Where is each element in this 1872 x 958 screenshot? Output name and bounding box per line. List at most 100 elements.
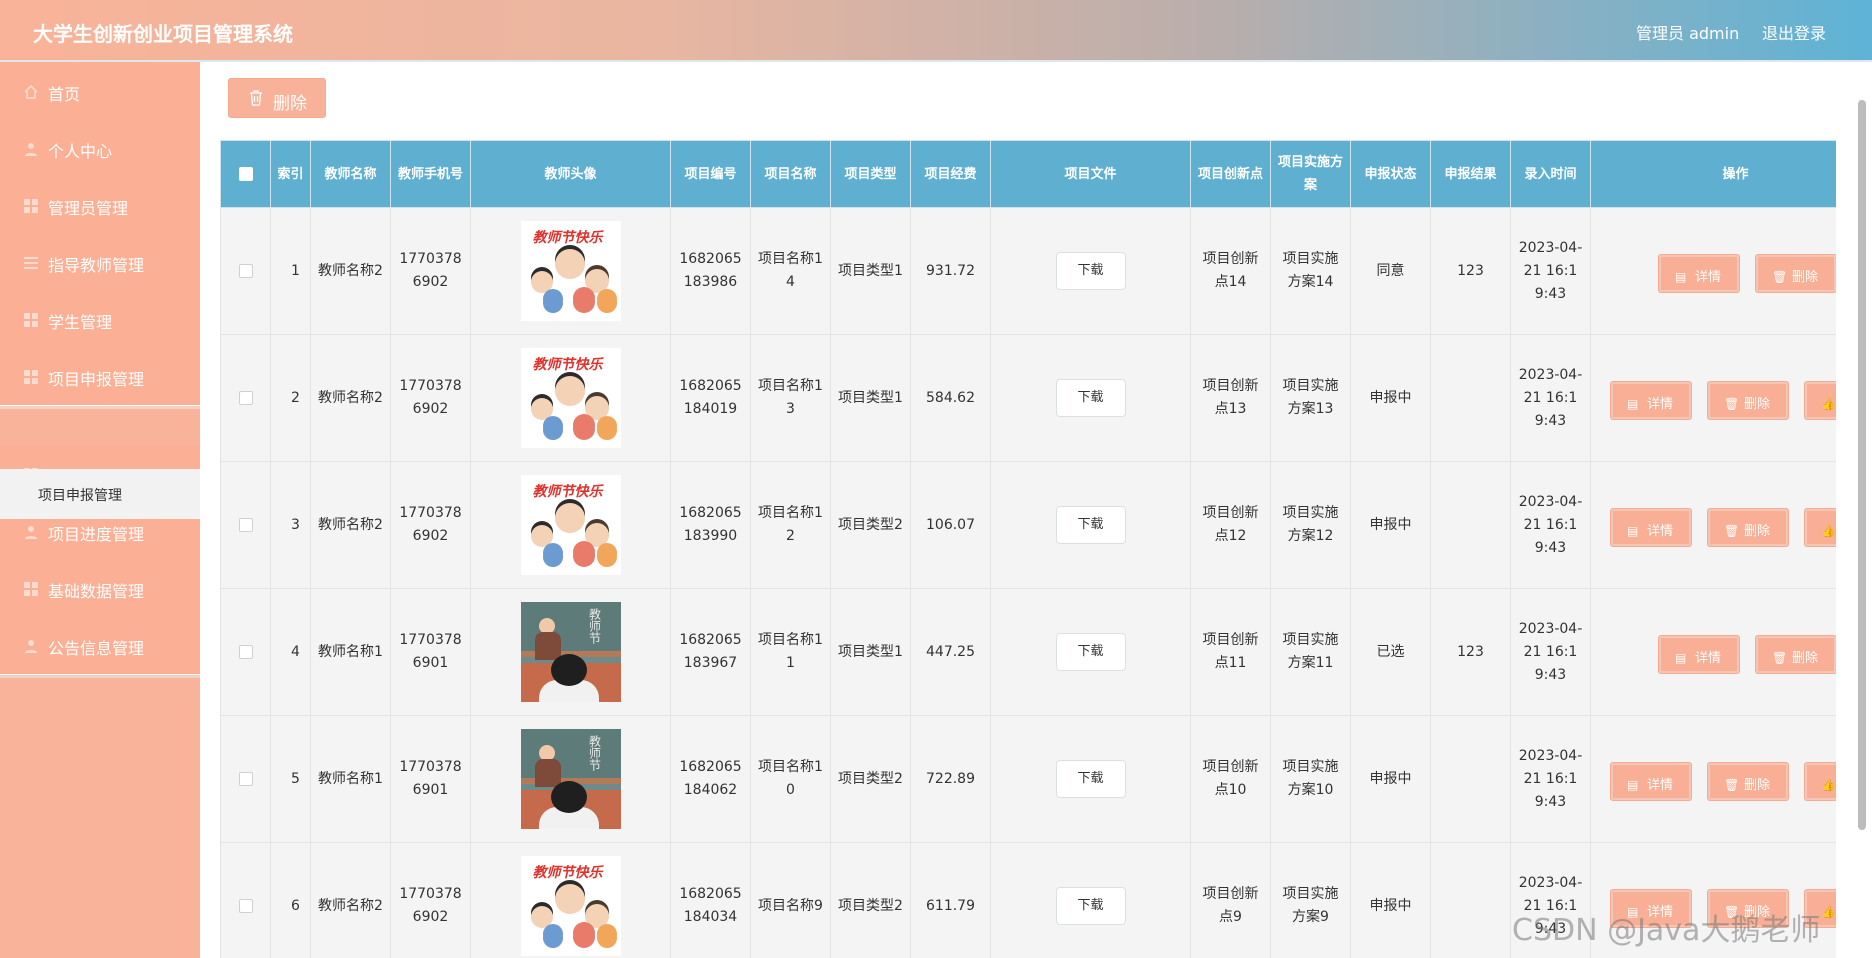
row-checkbox[interactable] — [238, 390, 253, 405]
table-row: 4 教师名称1 17703786901 教师节 1682065183967 项目名称11 项… — [220, 588, 1836, 716]
file-cell: 下载 — [990, 588, 1191, 716]
logout-link[interactable]: 退出登录 — [1762, 20, 1826, 44]
download-button[interactable]: 下载 — [1055, 633, 1126, 671]
plan-cell: 项目实施方案9 — [1270, 842, 1351, 958]
sidebar-item-label: 项目进度管理 — [48, 525, 145, 544]
column-header: 项目创新点 — [1190, 140, 1271, 208]
figure-shape — [572, 291, 595, 313]
name-cell: 项目名称14 — [750, 207, 831, 335]
status-cell: 申报中 — [1350, 715, 1431, 843]
column-header: 录入时间 — [1510, 140, 1591, 208]
delete-button[interactable]: 🗑 删除 — [1708, 509, 1788, 546]
detail-button[interactable]: ▤ 详情 — [1611, 763, 1691, 800]
delete-button[interactable]: 🗑 删除 — [1756, 255, 1836, 292]
grid-icon — [24, 312, 38, 327]
sidebar-item-5[interactable]: 学生管理 — [0, 290, 200, 352]
approve-button[interactable]: 👍 — [1805, 382, 1836, 419]
avatar-cell: 教师节快乐 — [470, 207, 671, 335]
poster-text: 教师节快乐 — [532, 484, 603, 500]
detail-button[interactable]: ▤ 详情 — [1659, 255, 1739, 292]
teacher-body-shape — [534, 759, 561, 787]
fund-cell: 722.89 — [910, 715, 991, 843]
column-header: 申报结果 — [1430, 140, 1511, 208]
status-cell: 已选 — [1350, 588, 1431, 716]
trash-icon: 🗑 — [1772, 270, 1788, 284]
list-icon — [24, 255, 38, 269]
sidebar-item-6[interactable]: 项目申报管理 — [0, 347, 200, 409]
status-cell: 申报中 — [1350, 461, 1431, 589]
column-header: 索引 — [270, 140, 311, 208]
thumbs-up-icon: 👍 — [1821, 905, 1836, 919]
sidebar-item-1[interactable]: 首页 — [0, 62, 200, 124]
download-button[interactable]: 下载 — [1055, 887, 1126, 925]
figure-shape — [596, 293, 617, 313]
trash-icon: 🗑 — [1724, 524, 1740, 538]
figure-shape — [596, 547, 617, 567]
plan-cell: 项目实施方案14 — [1270, 207, 1351, 335]
teacher-body-shape — [534, 632, 561, 660]
sidebar-subitem-active[interactable]: 项目申报管理 — [0, 469, 200, 519]
table-row: 2 教师名称2 17703786902 教师节快乐 1682065184019 项目名称1… — [220, 334, 1836, 462]
row-checkbox[interactable] — [238, 263, 253, 278]
row-checkbox[interactable] — [238, 898, 253, 913]
approve-button[interactable]: 👍 — [1805, 509, 1836, 546]
thumbs-up-icon: 👍 — [1821, 524, 1836, 538]
delete-button[interactable]: 🗑 删除 — [1708, 763, 1788, 800]
teacher-cell: 教师名称1 — [310, 715, 391, 843]
time-cell: 2023-04-21 16:19:43 — [1510, 715, 1591, 843]
detail-button[interactable]: ▤ 详情 — [1659, 636, 1739, 673]
figure-shape — [584, 904, 609, 928]
avatar-cell: 教师节快乐 — [470, 842, 671, 958]
figure-shape — [542, 293, 563, 313]
user-icon — [24, 524, 38, 539]
innovation-cell: 项目创新点14 — [1190, 207, 1271, 335]
document-icon: ▤ — [1675, 651, 1687, 665]
delete-button[interactable]: 🗑 删除 — [1756, 636, 1836, 673]
student-head-shape — [550, 781, 587, 813]
watermark: CSDN @Java大鹅老师 — [1512, 913, 1821, 948]
index-cell: 5 — [270, 715, 311, 843]
row-checkbox[interactable] — [238, 771, 253, 786]
status-cell: 申报中 — [1350, 334, 1431, 462]
teacher-avatar: 教师节快乐 — [520, 856, 621, 956]
download-button[interactable]: 下载 — [1055, 252, 1126, 290]
sidebar: 首页个人中心管理员管理指导教师管理学生管理项目申报管理选题审核管理项目进度管理基… — [0, 62, 200, 958]
poster-text: 教师节快乐 — [532, 865, 603, 881]
phone-cell: 17703786901 — [390, 715, 471, 843]
time-cell: 2023-04-21 16:19:43 — [1510, 207, 1591, 335]
sidebar-item-4[interactable]: 指导教师管理 — [0, 233, 200, 295]
download-button[interactable]: 下载 — [1055, 379, 1126, 417]
column-header: 教师头像 — [470, 140, 671, 208]
fund-cell: 611.79 — [910, 842, 991, 958]
plan-cell: 项目实施方案12 — [1270, 461, 1351, 589]
sidebar-item-10[interactable]: 公告信息管理 — [0, 616, 200, 678]
actions-cell: ▤ 详情 🗑 删除 👍 — [1590, 334, 1836, 462]
sidebar-item-2[interactable]: 个人中心 — [0, 119, 200, 181]
fund-cell: 584.62 — [910, 334, 991, 462]
sidebar-item-label: 学生管理 — [48, 313, 113, 332]
document-icon: ▤ — [1627, 397, 1639, 411]
sidebar-item-9[interactable]: 基础数据管理 — [0, 559, 200, 621]
type-cell: 项目类型1 — [830, 588, 911, 716]
top-header: 大学生创新创业项目管理系统 管理员 admin 退出登录 — [0, 0, 1872, 62]
column-header: 项目名称 — [750, 140, 831, 208]
row-checkbox[interactable] — [238, 644, 253, 659]
table-row: 3 教师名称2 17703786902 教师节快乐 1682065183990 项目名称1… — [220, 461, 1836, 589]
download-button[interactable]: 下载 — [1055, 760, 1126, 798]
select-all-header[interactable] — [220, 140, 271, 208]
result-cell — [1430, 461, 1511, 589]
detail-button[interactable]: ▤ 详情 — [1611, 382, 1691, 419]
figure-shape — [554, 503, 585, 533]
name-cell: 项目名称10 — [750, 715, 831, 843]
vertical-scrollbar[interactable] — [1858, 100, 1866, 830]
select-all-checkbox[interactable] — [238, 167, 253, 181]
approve-button[interactable]: 👍 — [1805, 763, 1836, 800]
delete-button[interactable]: 🗑 删除 — [1708, 382, 1788, 419]
file-cell: 下载 — [990, 842, 1191, 958]
row-checkbox[interactable] — [238, 517, 253, 532]
download-button[interactable]: 下载 — [1055, 506, 1126, 544]
batch-delete-button[interactable]: 删除 — [228, 78, 326, 118]
sidebar-item-3[interactable]: 管理员管理 — [0, 176, 200, 238]
sidebar-item-label: 项目申报管理 — [48, 370, 145, 389]
detail-button[interactable]: ▤ 详情 — [1611, 509, 1691, 546]
